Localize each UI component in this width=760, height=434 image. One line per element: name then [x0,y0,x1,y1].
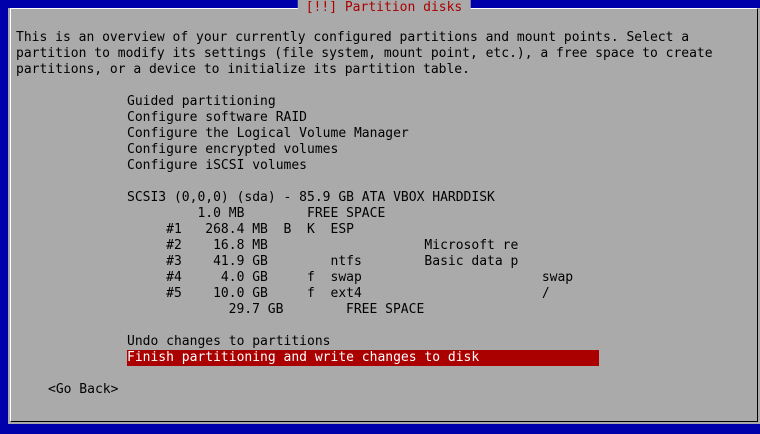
option-iscsi-volumes[interactable]: Configure iSCSI volumes [127,158,307,174]
finish-partitioning-option[interactable]: Finish partitioning and write changes to… [127,350,599,366]
go-back-button[interactable]: <Go Back> [48,382,118,398]
option-software-raid[interactable]: Configure software RAID [127,110,307,126]
partition-row[interactable]: #2 16.8 MB Microsoft re [127,238,518,254]
intro-line-1: This is an overview of your currently co… [16,30,690,45]
option-encrypted-volumes[interactable]: Configure encrypted volumes [127,142,338,158]
partition-row[interactable]: #3 41.9 GB ntfs Basic data p [127,254,518,270]
undo-changes-option[interactable]: Undo changes to partitions [127,334,331,350]
disk-sda[interactable]: SCSI3 (0,0,0) (sda) - 85.9 GB ATA VBOX H… [127,190,495,206]
partition-row[interactable]: 29.7 GB FREE SPACE [166,302,425,318]
partition-row[interactable]: #5 10.0 GB f ext4 / [127,286,550,302]
dialog-title: [!!] Partition disks [297,0,471,16]
intro-line-2: partition to modify its settings (file s… [16,46,713,61]
partition-row[interactable]: 1.0 MB FREE SPACE [127,206,385,222]
partition-row[interactable]: #1 268.4 MB B K ESP [127,222,354,238]
partition-disks-dialog: [!!] Partition disks This is an overview… [8,0,760,424]
option-lvm[interactable]: Configure the Logical Volume Manager [127,126,409,142]
partition-row[interactable]: #4 4.0 GB f swap swap [127,270,573,286]
option-guided-partitioning[interactable]: Guided partitioning [127,94,276,110]
intro-line-3: partitions, or a device to initialize it… [16,62,470,77]
